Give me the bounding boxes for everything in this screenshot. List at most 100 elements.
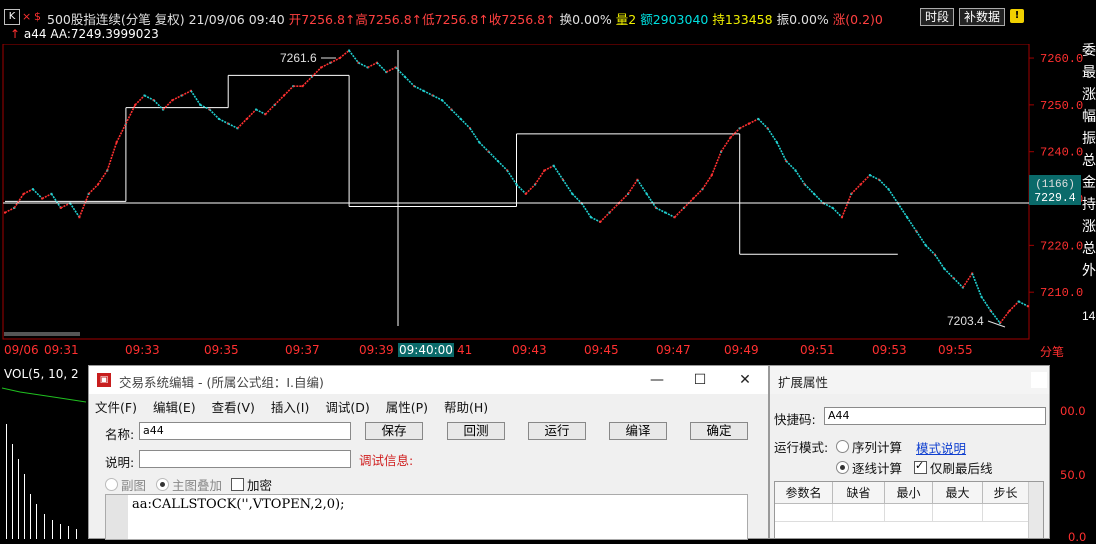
svg-text:7229.4: 7229.4	[1034, 192, 1076, 205]
right-strip-label: 涨	[1082, 219, 1096, 235]
price-point	[1027, 305, 1029, 308]
ext-titlebar: 扩展属性	[770, 366, 1049, 394]
svg-text:(1166): (1166)	[1035, 179, 1075, 191]
per-bar-mode-radio[interactable]: 逐线计算	[836, 458, 902, 477]
volume-value: 量2	[615, 12, 637, 27]
price-tick-label: 7260.0	[1040, 52, 1083, 66]
menu-edit[interactable]: 编辑(E)	[153, 400, 196, 415]
time-tick-label: 09:37	[285, 343, 320, 357]
low-marker-label: 7203.4	[947, 314, 984, 328]
low-price: 低7256.8↑	[422, 12, 489, 27]
dialog-titlebar[interactable]: ▣ 交易系统编辑 - (所属公式组：I.自编) — ☐ ✕	[89, 366, 768, 394]
time-tick-label: 09:47	[656, 343, 691, 357]
parameter-table: 参数名 缺省 最小 最大 步长	[774, 481, 1044, 539]
right-strip-label: 持	[1082, 197, 1096, 213]
high-price: 高7256.8↑	[355, 12, 423, 27]
right-strip-label: 金	[1082, 175, 1096, 191]
table-cell[interactable]	[775, 504, 833, 522]
maximize-button[interactable]: ☐	[686, 370, 714, 390]
close-button[interactable]: ✕	[731, 370, 759, 390]
time-tick-label: 09:53	[872, 343, 907, 357]
table-cell[interactable]	[933, 504, 983, 522]
formula-code: aa:CALLSTOCK('',VTOPEN,2,0);	[132, 497, 345, 512]
time-tick-label: 分笔	[1040, 345, 1065, 359]
supplement-data-button[interactable]: 补数据	[959, 8, 1006, 26]
time-tick-label: 09:49	[724, 343, 759, 357]
run-button[interactable]: 运行	[528, 422, 586, 440]
menu-debug[interactable]: 调试(D)	[325, 400, 369, 415]
name-label: 名称:	[105, 427, 135, 442]
table-scrollbar[interactable]	[1028, 482, 1043, 538]
current-price-tag: (1166) 7229.4	[1029, 175, 1081, 205]
right-strip-label: 总	[1082, 153, 1096, 169]
dialog-title: 交易系统编辑 - (所属公式组：I.自编)	[119, 375, 324, 390]
right-strip-label: 最	[1082, 65, 1096, 81]
run-mode-label: 运行模式:	[774, 440, 829, 455]
change-value: 涨(0.2)0	[832, 12, 883, 27]
table-cell[interactable]	[885, 504, 933, 522]
price-tick-label: 7210.0	[1040, 286, 1083, 300]
shortcut-label: 快捷码:	[774, 412, 816, 427]
time-tick-label: 09:45	[584, 343, 619, 357]
table-cell[interactable]	[833, 504, 885, 522]
quote-summary: 500股指连续(分笔 复权) 21/09/06 09:40 开7256.8↑高7…	[47, 9, 883, 28]
time-axis: 09/06 09:31 09:33 09:35 09:37 09:39 09:40:00 41…	[0, 343, 1082, 361]
ext-close-button[interactable]	[1031, 372, 1047, 388]
main-overlay-option[interactable]: 主图叠加	[156, 475, 222, 494]
menu-view[interactable]: 查看(V)	[212, 400, 255, 415]
price-tick-label: 7240.0	[1040, 146, 1083, 160]
right-strip-label: 涨	[1082, 87, 1096, 103]
mode-help-link[interactable]: 模式说明	[916, 438, 966, 457]
instrument-title: 500股指连续(分笔 复权)	[47, 12, 185, 27]
price-tick-label: 7220.0	[1040, 239, 1083, 253]
time-tick-label: 09:43	[512, 343, 547, 357]
time-tick-label: 09:35	[204, 343, 239, 357]
editor-gutter	[106, 495, 128, 539]
menu-properties[interactable]: 属性(P)	[386, 400, 428, 415]
description-label: 说明:	[105, 455, 135, 470]
dollar-icon[interactable]: $	[34, 10, 41, 23]
backtest-button[interactable]: 回测	[447, 422, 505, 440]
table-cell[interactable]	[983, 504, 1029, 522]
menu-bar: 文件(F) 编辑(E) 查看(V) 插入(I) 调试(D) 属性(P) 帮助(H…	[95, 397, 500, 416]
name-input[interactable]: a44	[139, 422, 351, 440]
high-marker-label: 7261.6	[280, 51, 317, 65]
col-default: 缺省	[833, 482, 885, 504]
time-tick-label: 41	[457, 343, 473, 357]
right-strip-label: 总	[1082, 241, 1096, 257]
right-strip-label: 振	[1082, 131, 1096, 147]
minimize-button[interactable]: —	[643, 370, 671, 390]
warning-icon[interactable]: !	[1010, 9, 1024, 23]
refresh-last-checkbox[interactable]: 仅刷最后线	[914, 458, 993, 477]
confirm-button[interactable]: 确定	[690, 422, 748, 440]
time-tick-label: 09:39	[359, 343, 394, 357]
time-tick-label: 09:51	[800, 343, 835, 357]
compile-button[interactable]: 编译	[609, 422, 667, 440]
description-input[interactable]	[139, 450, 351, 468]
menu-help[interactable]: 帮助(H)	[444, 400, 488, 415]
timeframe-button[interactable]: 时段	[920, 8, 955, 26]
right-info-strip: 委最涨幅振总金持涨总外	[1082, 40, 1096, 282]
subchart-option[interactable]: 副图	[105, 475, 146, 494]
crosshair-time-label: 09:40:00	[398, 343, 454, 357]
intraday-chart[interactable]: 7260.07250.07240.07230.07220.07210.0 (11…	[0, 44, 1096, 364]
position-value: 持133458	[712, 12, 773, 27]
menu-insert[interactable]: 插入(I)	[271, 400, 309, 415]
trading-system-editor-dialog: ▣ 交易系统编辑 - (所属公式组：I.自编) — ☐ ✕ 文件(F) 编辑(E…	[88, 365, 769, 540]
indicator-readout: ↑ a44 AA:7249.3999023	[10, 27, 159, 41]
time-tick-label: 09:31	[44, 343, 79, 357]
right-strip-label: 委	[1082, 43, 1096, 59]
k-line-icon[interactable]: K	[4, 9, 20, 25]
shortcut-input[interactable]: A44	[824, 407, 1046, 425]
debug-info-label: 调试信息:	[359, 453, 414, 468]
save-button[interactable]: 保存	[365, 422, 423, 440]
close-icon[interactable]: ×	[22, 10, 31, 23]
time-tick-label: 09:33	[125, 343, 160, 357]
sequence-mode-radio[interactable]: 序列计算	[836, 437, 902, 456]
col-min: 最小	[885, 482, 933, 504]
code-editor[interactable]: aa:CALLSTOCK('',VTOPEN,2,0);	[105, 494, 748, 540]
amount-value: 额2903040	[640, 12, 709, 27]
encrypt-checkbox[interactable]: 加密	[231, 475, 272, 494]
menu-file[interactable]: 文件(F)	[95, 400, 137, 415]
price-tick-label: 7250.0	[1040, 99, 1083, 113]
